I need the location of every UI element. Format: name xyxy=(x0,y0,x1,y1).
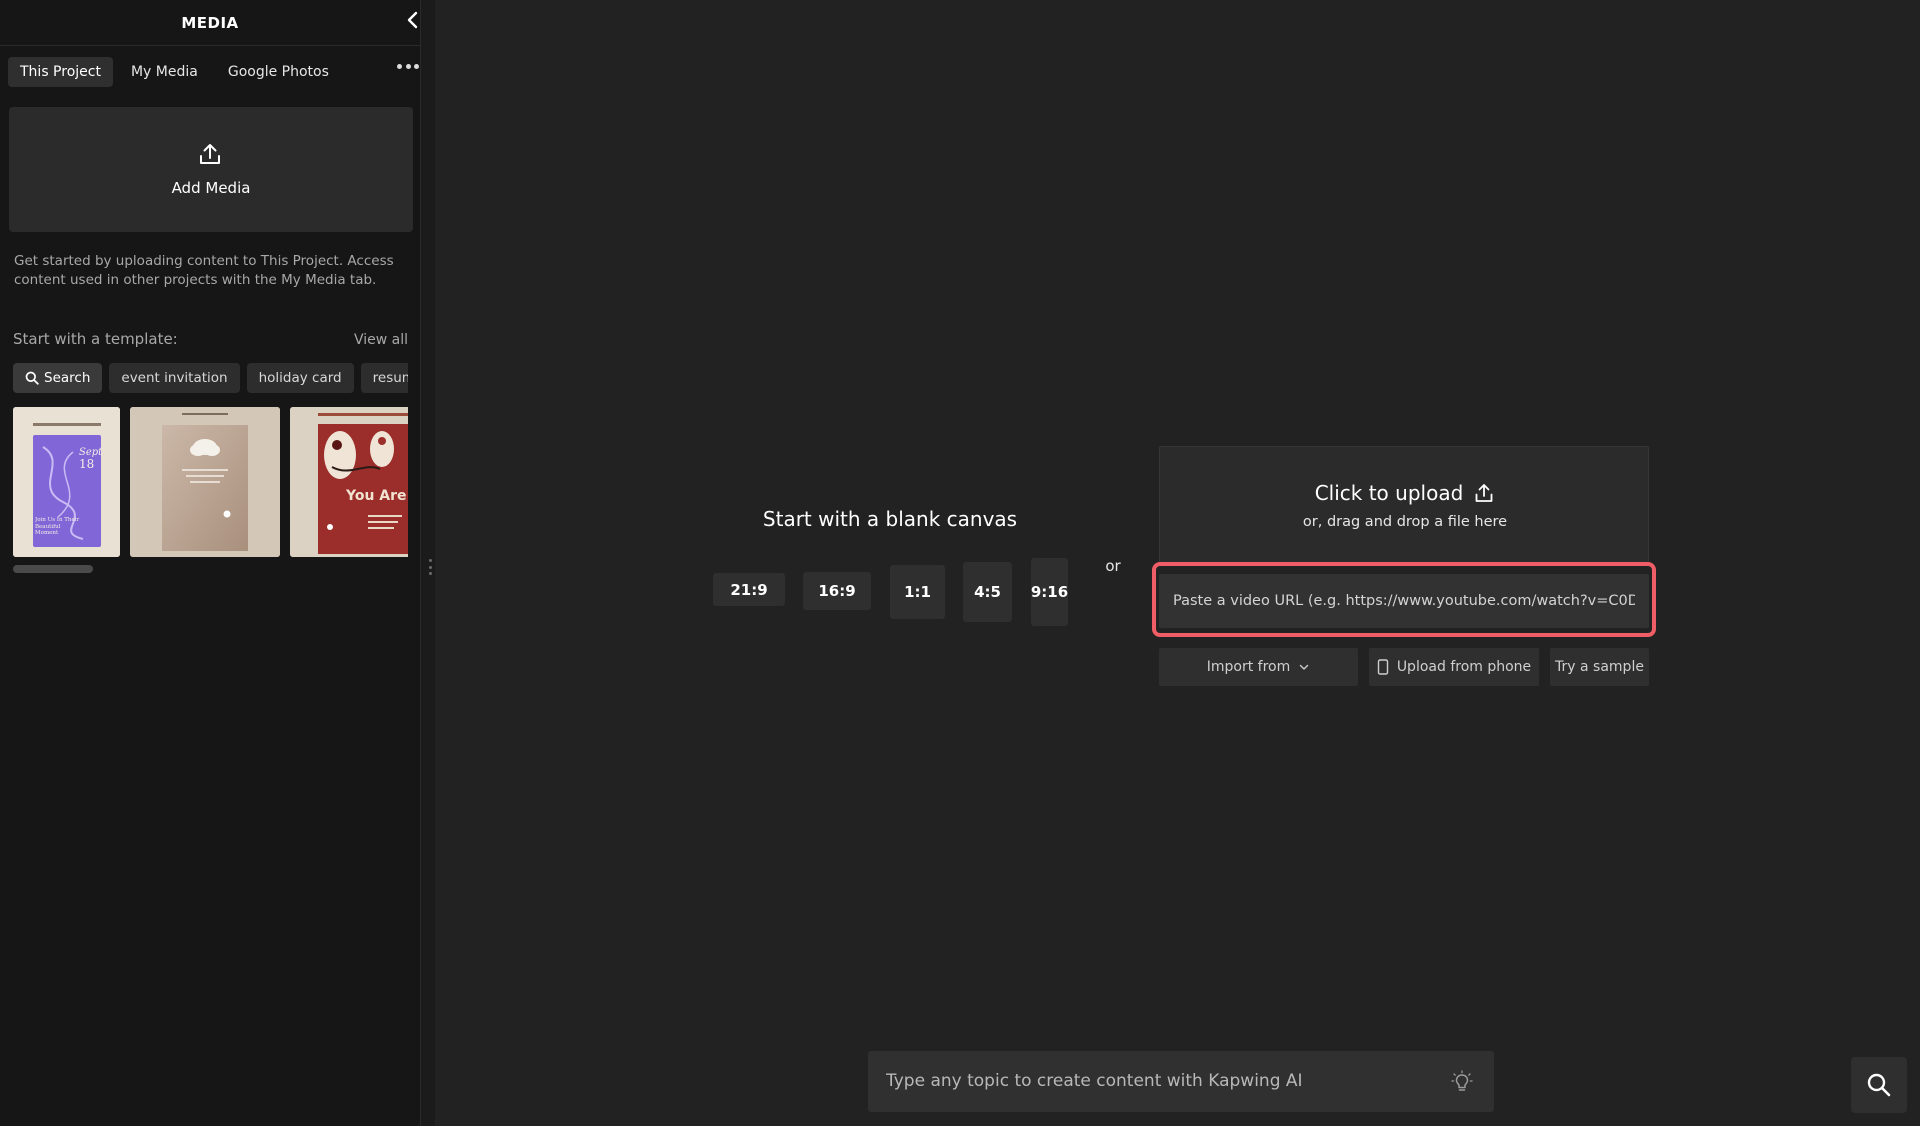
template-heading: Start with a template: xyxy=(13,330,178,348)
tab-this-project[interactable]: This Project xyxy=(8,57,113,87)
try-sample-button[interactable]: Try a sample xyxy=(1550,648,1649,686)
upload-icon xyxy=(1475,484,1493,502)
search-icon xyxy=(25,371,39,385)
drag-handle-icon[interactable] xyxy=(429,559,432,575)
import-from-button[interactable]: Import from xyxy=(1159,648,1358,686)
template-preview-image xyxy=(130,407,280,557)
more-dots-icon[interactable] xyxy=(397,60,419,72)
ratio-9-16-button[interactable]: 9:16 xyxy=(1031,558,1068,626)
chip-label: Search xyxy=(44,370,91,386)
upload-title-row: Click to upload xyxy=(1160,481,1650,505)
template-text: 18 xyxy=(79,457,94,471)
sidebar-title: MEDIA xyxy=(181,14,239,32)
video-url-input[interactable] xyxy=(1159,574,1649,628)
upload-icon xyxy=(200,144,220,164)
view-all-link[interactable]: View all xyxy=(348,332,408,348)
template-card[interactable]: You Are Invited xyxy=(290,407,408,557)
chip-search[interactable]: Search xyxy=(13,363,103,393)
add-media-button[interactable]: Add Media xyxy=(9,107,413,232)
global-search-button[interactable] xyxy=(1851,1057,1907,1113)
sidebar-header: MEDIA xyxy=(0,0,420,46)
upload-subtitle: or, drag and drop a file here xyxy=(1302,514,1508,530)
chip-resume[interactable]: resume xyxy=(360,363,408,393)
import-from-label: Import from xyxy=(1206,659,1291,675)
upload-from-phone-label: Upload from phone xyxy=(1396,659,1532,675)
ai-topic-input[interactable] xyxy=(886,1051,1426,1112)
template-preview-image: Sept 18 Join Us In Their Beautiful Momen… xyxy=(13,407,120,557)
chip-event-invitation[interactable]: event invitation xyxy=(109,363,240,393)
sidebar-description: Get started by uploading content to This… xyxy=(14,253,394,288)
sidebar-resize-handle[interactable] xyxy=(420,0,435,1126)
click-to-upload-area[interactable]: Click to upload or, drag and drop a file… xyxy=(1159,446,1649,563)
template-thumbnails: Sept 18 Join Us In Their Beautiful Momen… xyxy=(13,407,408,557)
template-chips: Search event invitation holiday card res… xyxy=(13,363,408,393)
tab-google-photos[interactable]: Google Photos xyxy=(216,57,341,87)
chip-holiday-card[interactable]: holiday card xyxy=(246,363,354,393)
upload-from-phone-button[interactable]: Upload from phone xyxy=(1369,648,1539,686)
media-tabs: This Project My Media Google Photos xyxy=(8,57,341,87)
blank-canvas-title: Start with a blank canvas xyxy=(762,507,1018,531)
ratio-21-9-button[interactable]: 21:9 xyxy=(713,573,785,606)
template-preview-image: You Are Invited xyxy=(290,407,408,557)
chevron-down-icon xyxy=(1300,664,1309,670)
or-separator: or xyxy=(1105,557,1121,575)
phone-icon xyxy=(1377,659,1389,675)
ratio-4-5-button[interactable]: 4:5 xyxy=(963,562,1012,622)
template-card[interactable] xyxy=(130,407,280,557)
media-sidebar: MEDIA This Project My Media Google Photo… xyxy=(0,0,420,1126)
template-text: Join Us In Their Beautiful Moment xyxy=(35,517,80,536)
add-media-label: Add Media xyxy=(171,179,251,197)
template-card[interactable]: Sept 18 Join Us In Their Beautiful Momen… xyxy=(13,407,120,557)
upload-title: Click to upload xyxy=(1314,481,1464,505)
tab-my-media[interactable]: My Media xyxy=(119,57,210,87)
lightbulb-icon[interactable] xyxy=(1451,1070,1473,1094)
search-icon xyxy=(1867,1073,1891,1097)
ratio-16-9-button[interactable]: 16:9 xyxy=(803,572,871,610)
template-text: You Are Invited xyxy=(345,488,408,504)
kapwing-ai-prompt-bar[interactable] xyxy=(868,1051,1494,1112)
ratio-1-1-button[interactable]: 1:1 xyxy=(890,565,945,619)
template-scrollbar[interactable] xyxy=(13,565,93,573)
